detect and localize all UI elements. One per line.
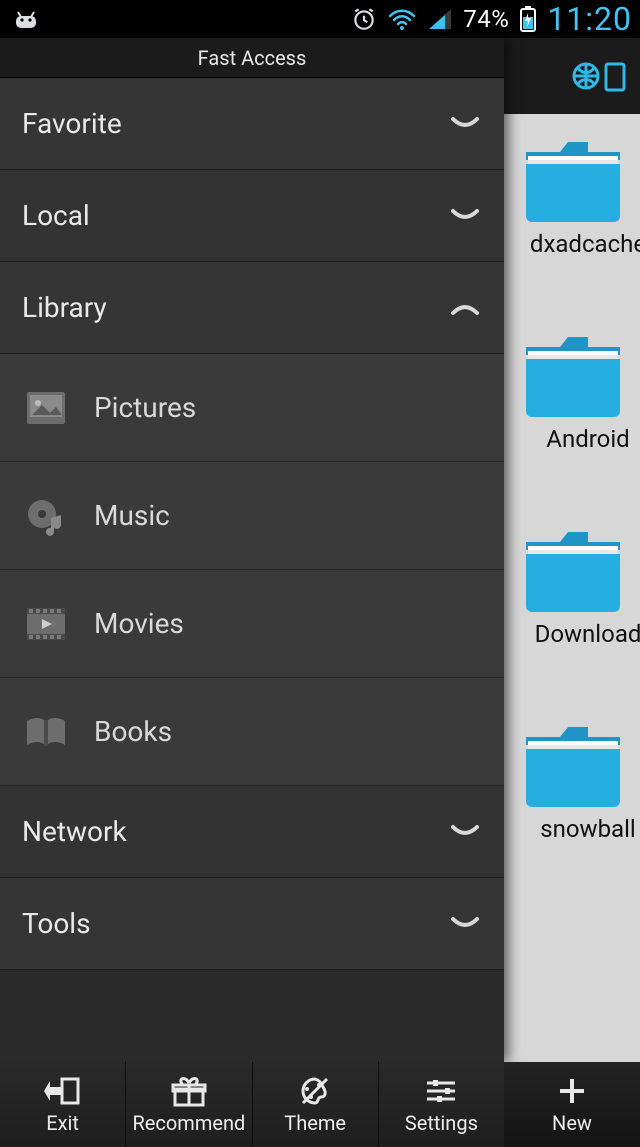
drawer-title: Fast Access: [0, 38, 504, 78]
section-label: Favorite: [22, 107, 448, 140]
library-item-pictures[interactable]: Pictures: [0, 354, 504, 462]
battery-charging-icon: [519, 5, 537, 33]
exit-button[interactable]: Exit: [0, 1062, 126, 1147]
library-item-label: Pictures: [94, 391, 196, 424]
clock-text: 11:20: [547, 0, 632, 38]
bottombar-label: Exit: [46, 1111, 79, 1135]
library-item-movies[interactable]: Movies: [0, 570, 504, 678]
gift-icon: [171, 1075, 207, 1107]
folder-item[interactable]: Android: [518, 329, 640, 453]
section-network[interactable]: Network: [0, 786, 504, 878]
cell-signal-icon: [427, 7, 453, 31]
section-label: Network: [22, 815, 448, 848]
section-library[interactable]: Library: [0, 262, 504, 354]
section-tools[interactable]: Tools: [0, 878, 504, 970]
android-debug-icon: [8, 6, 44, 32]
sliders-icon: [423, 1075, 459, 1107]
bottombar-label: New: [552, 1111, 592, 1135]
folder-label: Android: [518, 425, 640, 453]
movies-icon: [20, 607, 72, 641]
library-item-label: Books: [94, 715, 172, 748]
chevron-up-icon: [448, 299, 482, 317]
file-grid-panel[interactable]: dxadcache Android Download: [504, 38, 640, 1062]
battery-percent: 74%: [463, 5, 509, 33]
music-icon: [20, 496, 72, 536]
folder-item[interactable]: Download: [518, 524, 640, 648]
books-icon: [20, 715, 72, 749]
folder-item[interactable]: snowball: [518, 719, 640, 843]
settings-button[interactable]: Settings: [379, 1062, 504, 1147]
folder-label: Download: [518, 620, 640, 648]
section-label: Local: [22, 199, 448, 232]
section-label: Library: [22, 291, 448, 324]
exit-icon: [44, 1075, 82, 1107]
fast-access-drawer: Fast Access Favorite Local Library: [0, 38, 504, 1062]
folder-grid: dxadcache Android Download: [504, 114, 640, 1062]
screen: 74% 11:20 Fast Access Favorite Local: [0, 0, 640, 1147]
theme-button[interactable]: Theme: [253, 1062, 379, 1147]
folder-icon: [518, 524, 640, 614]
folder-icon: [518, 329, 640, 419]
bottom-toolbar: Exit Recommend Theme Settings: [0, 1062, 640, 1147]
bottombar-label: Recommend: [132, 1111, 245, 1135]
status-bar: 74% 11:20: [0, 0, 640, 38]
folder-icon: [518, 134, 640, 224]
library-item-label: Music: [94, 499, 170, 532]
library-item-books[interactable]: Books: [0, 678, 504, 786]
folder-label: dxadcache: [518, 230, 640, 258]
content-toolbar: [504, 38, 640, 114]
library-item-label: Movies: [94, 607, 184, 640]
pictures-icon: [20, 391, 72, 425]
folder-label: snowball: [518, 815, 640, 843]
plus-icon: [556, 1075, 588, 1107]
section-local[interactable]: Local: [0, 170, 504, 262]
section-label: Tools: [22, 907, 448, 940]
chevron-down-icon: [448, 823, 482, 841]
bottombar-label: Theme: [284, 1111, 346, 1135]
wifi-icon: [387, 7, 417, 31]
new-button[interactable]: New: [504, 1062, 640, 1147]
chevron-down-icon: [448, 915, 482, 933]
folder-item[interactable]: dxadcache: [518, 134, 640, 258]
chevron-down-icon: [448, 207, 482, 225]
alarm-icon: [351, 6, 377, 32]
recommend-button[interactable]: Recommend: [126, 1062, 252, 1147]
windows-view-icon[interactable]: [566, 48, 634, 104]
theme-icon: [297, 1075, 333, 1107]
folder-icon: [518, 719, 640, 809]
library-item-music[interactable]: Music: [0, 462, 504, 570]
app-body: Fast Access Favorite Local Library: [0, 38, 640, 1062]
section-favorite[interactable]: Favorite: [0, 78, 504, 170]
chevron-down-icon: [448, 115, 482, 133]
bottombar-label: Settings: [405, 1111, 478, 1135]
